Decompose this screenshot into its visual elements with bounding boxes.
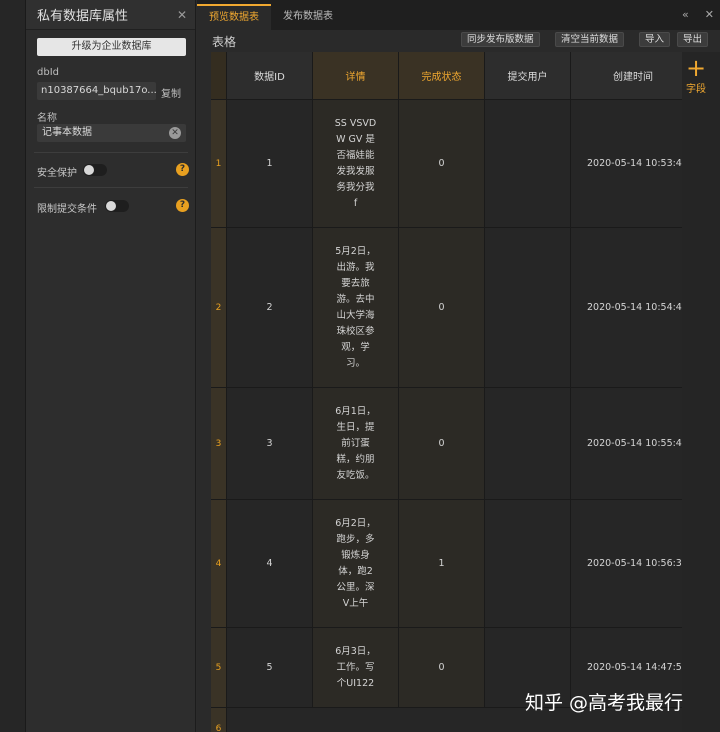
sync-button[interactable]: 同步发布版数据 <box>461 32 540 47</box>
cell-time[interactable]: 2020-05-14 10:53:4 <box>571 100 696 228</box>
cell-user[interactable] <box>485 100 571 228</box>
watermark: 知乎 @高考我最行 <box>525 692 684 714</box>
row-number[interactable]: 6 <box>211 708 227 732</box>
copy-button[interactable]: 复制 <box>161 85 181 100</box>
table-toolbar: 表格 同步发布版数据 清空当前数据 导入 导出 <box>197 30 720 50</box>
left-strip <box>0 0 26 732</box>
row-number[interactable]: 2 <box>211 228 227 388</box>
cell-detail[interactable]: 5月2日，出游。我要去旅游。去中山大学海珠校区参观，学习。 <box>313 228 399 388</box>
cell-user[interactable] <box>485 388 571 500</box>
security-label: 安全保护 <box>37 168 77 179</box>
cell-detail-text: 5月2日，出游。我要去旅游。去中山大学海珠校区参观，学习。 <box>335 245 376 369</box>
divider <box>34 187 188 188</box>
properties-panel: 私有数据库属性 ✕ 升级为企业数据库 dbId n10387664_bqub17… <box>26 0 196 732</box>
name-label: 名称 <box>37 113 57 124</box>
cell-detail[interactable]: 6月3日，工作。写个UI122 <box>313 628 399 708</box>
help-icon[interactable]: ? <box>176 199 189 212</box>
clear-data-button[interactable]: 清空当前数据 <box>555 32 625 47</box>
toggle-knob <box>106 201 116 211</box>
cell-id[interactable]: 5 <box>227 628 313 708</box>
tab-preview[interactable]: 预览数据表 <box>197 4 271 30</box>
limit-label: 限制提交条件 <box>37 204 97 215</box>
row-number[interactable]: 1 <box>211 100 227 228</box>
cell-id[interactable]: 2 <box>227 228 313 388</box>
cell-status[interactable]: 1 <box>399 500 485 628</box>
cell-detail-text: 6月1日，生日，提前订蛋糕，约朋友吃饭。 <box>335 405 376 481</box>
cell-status[interactable]: 0 <box>399 228 485 388</box>
export-button[interactable]: 导出 <box>677 32 709 47</box>
tab-tools: « ✕ <box>682 8 714 21</box>
cell-user[interactable] <box>485 228 571 388</box>
column-header-label: 数据ID <box>254 72 285 83</box>
row-number[interactable]: 5 <box>211 628 227 708</box>
cell-time[interactable]: 2020-05-14 10:56:3 <box>571 500 696 628</box>
column-header-label: 提交用户 <box>507 72 548 83</box>
column-header-label: 创建时间 <box>613 72 653 83</box>
security-row: 安全保护 ? <box>37 162 189 179</box>
dbid-field[interactable]: n10387664_bqub17o... <box>37 82 156 100</box>
add-field-label: 字段 <box>686 84 706 95</box>
import-button[interactable]: 导入 <box>639 32 671 47</box>
properties-header: 私有数据库属性 ✕ <box>26 0 195 30</box>
column-header-detail[interactable]: 详情 <box>313 52 399 100</box>
column-header-time[interactable]: 创建时间 <box>571 52 696 100</box>
toggle-knob <box>84 165 94 175</box>
collapse-icon[interactable]: « <box>682 8 689 21</box>
cell-detail[interactable]: 6月1日，生日，提前订蛋糕，约朋友吃饭。 <box>313 388 399 500</box>
upgrade-enterprise-button[interactable]: 升级为企业数据库 <box>37 38 186 56</box>
table-title: 表格 <box>212 35 237 49</box>
cell-user[interactable] <box>485 500 571 628</box>
column-header-label: 完成状态 <box>421 72 462 83</box>
cell-id[interactable]: 1 <box>227 100 313 228</box>
cell-id[interactable]: 4 <box>227 500 313 628</box>
security-toggle[interactable] <box>83 164 107 176</box>
clear-icon[interactable]: ✕ <box>169 127 181 139</box>
row-number[interactable]: 3 <box>211 388 227 500</box>
column-header-id[interactable]: 数据ID <box>227 52 313 100</box>
name-value: 记事本数据 <box>42 127 92 138</box>
main-area: 预览数据表 发布数据表 « ✕ 表格 同步发布版数据 清空当前数据 导入 导出 … <box>197 0 720 732</box>
close-icon[interactable]: ✕ <box>177 8 187 22</box>
data-grid: 数据ID 详情 完成状态 提交用户 创建时间 1 1 SS VSVDW GV 是… <box>211 52 696 732</box>
header-corner <box>211 52 227 100</box>
row-number[interactable]: 4 <box>211 500 227 628</box>
properties-title: 私有数据库属性 <box>37 9 129 24</box>
cell-detail[interactable]: SS VSVDW GV 是否福娃能发我发服务我分我 f <box>313 100 399 228</box>
cell-detail[interactable]: 6月2日，跑步，多锻炼身体，跑2公里。深V上午 <box>313 500 399 628</box>
add-field-button[interactable]: + 字段 <box>682 52 720 732</box>
column-header-status[interactable]: 完成状态 <box>399 52 485 100</box>
tab-bar: 预览数据表 发布数据表 « ✕ <box>197 0 720 30</box>
cell-detail-text: SS VSVDW GV 是否福娃能发我发服务我分我 f <box>334 117 377 209</box>
close-icon[interactable]: ✕ <box>705 8 714 21</box>
limit-row: 限制提交条件 ? <box>37 198 189 215</box>
column-header-user[interactable]: 提交用户 <box>485 52 571 100</box>
cell-time[interactable]: 2020-05-14 10:55:4 <box>571 388 696 500</box>
cell-detail-text: 6月3日，工作。写个UI122 <box>335 645 376 689</box>
divider <box>34 152 188 153</box>
cell-status[interactable]: 0 <box>399 388 485 500</box>
tab-publish[interactable]: 发布数据表 <box>271 4 345 30</box>
help-icon[interactable]: ? <box>176 163 189 176</box>
limit-toggle[interactable] <box>105 200 129 212</box>
cell-detail-text: 6月2日，跑步，多锻炼身体，跑2公里。深V上午 <box>335 517 376 609</box>
cell-status[interactable]: 0 <box>399 100 485 228</box>
name-field[interactable]: 记事本数据 ✕ <box>37 124 186 142</box>
cell-time[interactable]: 2020-05-14 10:54:4 <box>571 228 696 388</box>
plus-icon: + <box>685 54 707 82</box>
column-header-label: 详情 <box>345 72 366 83</box>
cell-id[interactable]: 3 <box>227 388 313 500</box>
dbid-label: dbId <box>37 67 59 78</box>
cell-status[interactable]: 0 <box>399 628 485 708</box>
